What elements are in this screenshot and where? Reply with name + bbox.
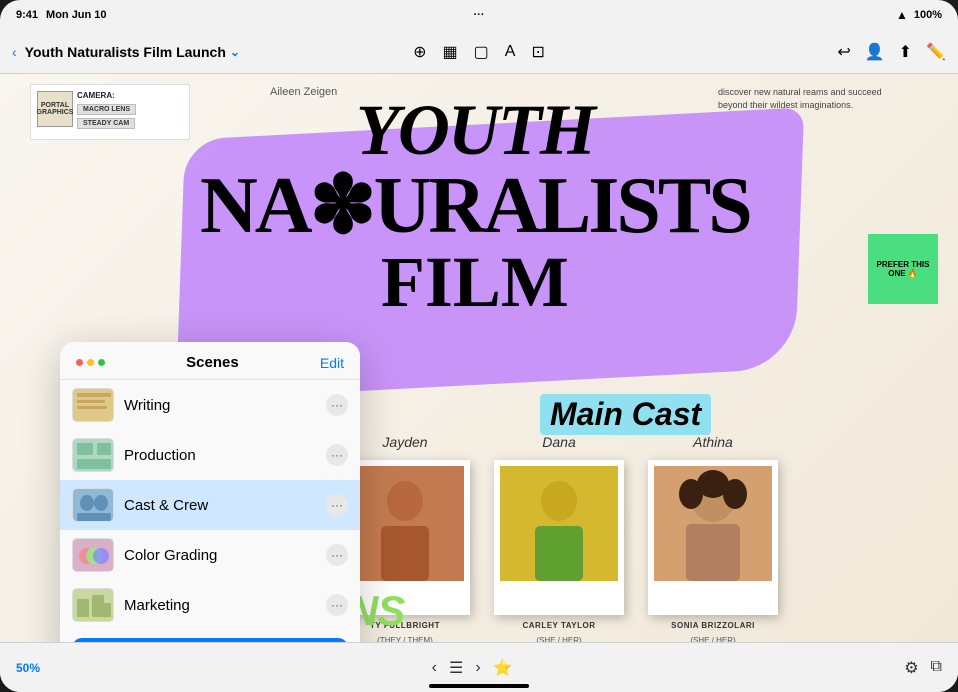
bottom-navigation: ‹ ☰ › ⭐ [432,658,513,678]
prev-page-button[interactable]: ‹ [432,659,437,677]
settings-icon[interactable]: ⚙ [904,658,918,678]
status-day: Mon Jun 10 [46,9,107,21]
scene-label-color-grading: Color Grading [124,547,316,564]
collaborate-icon[interactable]: 👤 [865,42,885,62]
next-page-button[interactable]: › [475,659,480,677]
scene-label-marketing: Marketing [124,597,316,614]
scene-item-writing[interactable]: Writing ··· [60,380,360,430]
back-button[interactable]: ‹ [12,44,17,60]
scene-more-production[interactable]: ··· [326,444,348,466]
main-content: PORTAL GRAPHICS CAMERA: MACRO LENS STEAD… [0,74,958,692]
media-icon[interactable]: ⊡ [531,42,544,62]
cast-script-name-2: Dana [542,434,575,450]
back-chevron-icon: ‹ [12,44,17,60]
scenes-title: Scenes [186,354,239,371]
status-time: 9:41 [16,9,38,21]
scene-thumbnail-cast-crew [72,488,114,522]
scene-more-cast-crew[interactable]: ··· [326,494,348,516]
layout-icon[interactable]: ▦ [443,42,458,62]
cast-item-3: Athina [648,434,778,645]
scene-more-marketing[interactable]: ··· [326,594,348,616]
share-icon[interactable]: ⬆ [899,42,912,62]
scenes-dots [76,359,105,366]
camera-card: PORTAL GRAPHICS CAMERA: MACRO LENS STEAD… [30,84,190,140]
camera-card-details: CAMERA: MACRO LENS STEADY CAM [77,91,183,129]
hero-youth-text: YOUTH [200,94,750,166]
scene-item-cast-crew[interactable]: Cast & Crew ··· [60,480,360,530]
status-bar-right: ▲ 100% [896,8,942,22]
hero-film-text: FILM [200,246,750,318]
bottom-right-icons: ⚙ ⧉ [904,658,942,678]
dot-yellow[interactable] [87,359,94,366]
battery-icon: 100% [914,9,942,21]
scene-thumbnail-marketing [72,588,114,622]
ipad-frame: 9:41 Mon Jun 10 ··· ▲ 100% ‹ Youth Natur… [0,0,958,692]
status-bar-left: 9:41 Mon Jun 10 [16,9,107,21]
status-dots: ··· [474,9,485,21]
scene-item-color-grading[interactable]: Color Grading ··· [60,530,360,580]
cast-title-3: SONIA BRIZZOLARI [671,621,755,630]
scene-item-production[interactable]: Production ··· [60,430,360,480]
toolbar-right-icons: ↩ 👤 ⬆ ✏️ [837,42,946,62]
status-bar-center: ··· [474,9,485,21]
scene-item-marketing[interactable]: Marketing ··· [60,580,360,630]
status-bar: 9:41 Mon Jun 10 ··· ▲ 100% [0,0,958,30]
scenes-edit-button[interactable]: Edit [320,355,344,371]
cast-photo-3 [654,466,772,581]
scene-more-color-grading[interactable]: ··· [326,544,348,566]
hero-title: YOUTH NA✽URALISTS FILM [200,94,750,318]
undo-icon[interactable]: ↩ [837,42,850,62]
cast-photos: Jayden TY FULLBRIGHT (THEY / THEM) [340,434,778,645]
hero-naturalists-text: NA✽URALISTS [200,166,750,246]
dot-red[interactable] [76,359,83,366]
lens-1-badge[interactable]: MACRO LENS [77,104,136,115]
title-text: Youth Naturalists Film Launch [25,44,226,60]
cast-photo-1 [346,466,464,581]
cast-item-2: Dana CARLEY TAYLOR (SHE / HER) [494,434,624,645]
cast-title-2: CARLEY TAYLOR [522,621,595,630]
polaroid-2 [494,460,624,615]
shapes-icon[interactable]: ▢ [474,42,489,62]
scene-more-writing[interactable]: ··· [326,394,348,416]
toolbar: ‹ Youth Naturalists Film Launch ⌄ ⊕ ▦ ▢ … [0,30,958,74]
text-icon[interactable]: A [505,43,516,61]
cast-script-name-1: Jayden [382,434,427,450]
scene-thumbnail-color-grading [72,538,114,572]
cast-script-name-3: Athina [693,434,733,450]
scene-label-writing: Writing [124,397,316,414]
starred-button[interactable]: ⭐ [493,658,513,678]
title-chevron-icon: ⌄ [230,45,240,59]
edit-icon[interactable]: ✏️ [926,42,946,62]
add-icon[interactable]: ⊕ [413,42,426,62]
scene-thumbnail-production [72,438,114,472]
scenes-panel: Scenes Edit Writing ··· Production ··· [60,342,360,692]
camera-label: CAMERA: [77,91,183,100]
home-indicator [429,684,529,688]
main-cast-label: Main Cast [540,394,711,435]
scenes-header: Scenes Edit [60,342,360,380]
sticky-note[interactable]: PREFER THIS ONE 🔥 [868,234,938,304]
fullscreen-icon[interactable]: ⧉ [931,658,942,678]
toolbar-center-icons: ⊕ ▦ ▢ A ⊡ [413,42,545,62]
dot-green[interactable] [98,359,105,366]
wifi-icon: ▲ [896,8,908,22]
camera-card-thumbnail: PORTAL GRAPHICS [37,91,73,127]
scenes-list-button[interactable]: ☰ [449,658,463,678]
lens-2-badge[interactable]: STEADY CAM [77,118,135,129]
polaroid-3 [648,460,778,615]
sticky-note-text: PREFER THIS ONE 🔥 [872,260,934,278]
scene-label-production: Production [124,447,316,464]
scene-label-cast-crew: Cast & Crew [124,497,316,514]
scene-thumbnail-writing [72,388,114,422]
zoom-level[interactable]: 50% [16,661,40,675]
cast-photo-2 [500,466,618,581]
